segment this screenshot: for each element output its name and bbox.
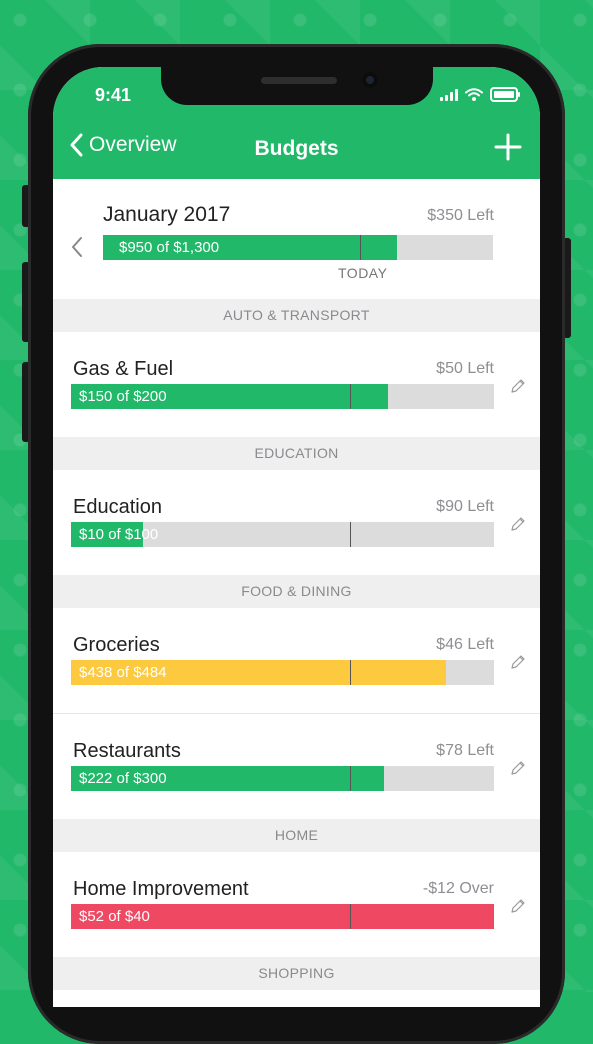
budget-item[interactable]: Home Improvement -$12 Over $52 of $40 [53, 852, 540, 957]
today-marker [350, 522, 352, 547]
nav-bar: Overview Budgets [53, 129, 540, 169]
section-header: AUTO & TRANSPORT [53, 299, 540, 332]
budget-item-remaining: -$12 Over [422, 880, 494, 897]
edit-pencil-icon[interactable] [510, 516, 526, 532]
month-summary: January 2017 $350 Left $950 of $1,300 TO… [53, 179, 540, 299]
budget-item[interactable]: Gas & Fuel $50 Left $150 of $200 [53, 332, 540, 437]
budget-progress-label: $222 of $300 [79, 770, 167, 787]
month-progress-bar: $950 of $1,300 [103, 235, 493, 260]
wifi-icon [465, 88, 483, 101]
budget-progress-label: $10 of $100 [79, 526, 159, 543]
budget-item[interactable]: Restaurants $78 Left $222 of $300 [53, 713, 540, 819]
budget-progress-bar: $438 of $484 [71, 660, 494, 685]
edit-pencil-icon[interactable] [510, 760, 526, 776]
notch [161, 67, 433, 105]
edit-pencil-icon[interactable] [510, 654, 526, 670]
budget-progress-label: $52 of $40 [79, 908, 150, 925]
status-icons [440, 87, 520, 102]
today-marker [350, 904, 352, 929]
budget-item-name: Education [73, 496, 162, 518]
section-header: FOOD & DINING [53, 575, 540, 608]
app-screen: 9:41 Overview Budgets January 2017 $350 … [53, 67, 540, 1007]
budget-item-name: Gas & Fuel [73, 358, 174, 380]
page-title: Budgets [254, 137, 339, 160]
budget-progress-bar: $222 of $300 [71, 766, 494, 791]
budget-item-remaining: $90 Left [436, 498, 494, 515]
cellular-signal-icon [440, 88, 458, 101]
budget-item[interactable]: Groceries $46 Left $438 of $484 [53, 608, 540, 713]
today-marker [350, 766, 352, 791]
budget-progress-label: $438 of $484 [79, 664, 167, 681]
budget-progress-bar: $150 of $200 [71, 384, 494, 409]
month-left-amount: $350 Left [427, 207, 494, 224]
budget-item[interactable]: Education $90 Left $10 of $100 [53, 470, 540, 575]
budget-progress-bar: $10 of $100 [71, 522, 494, 547]
month-title: January 2017 [103, 203, 231, 226]
section-header: SHOPPING [53, 957, 540, 990]
add-budget-button[interactable] [494, 133, 522, 161]
speaker-grille [261, 77, 337, 84]
previous-month-button[interactable] [70, 235, 84, 259]
budget-item-name: Restaurants [73, 740, 181, 762]
budget-list: January 2017 $350 Left $950 of $1,300 TO… [53, 179, 540, 990]
edit-pencil-icon[interactable] [510, 898, 526, 914]
budget-item-remaining: $46 Left [436, 636, 494, 653]
budget-item-remaining: $78 Left [436, 742, 494, 759]
battery-icon [490, 87, 520, 102]
edit-pencil-icon[interactable] [510, 378, 526, 394]
today-marker [360, 235, 362, 260]
budget-item-name: Groceries [73, 634, 160, 656]
section-header: HOME [53, 819, 540, 852]
budget-item-name: Home Improvement [73, 878, 249, 900]
section-header: EDUCATION [53, 437, 540, 470]
budget-item-remaining: $50 Left [436, 360, 494, 377]
budget-progress-bar: $52 of $40 [71, 904, 494, 929]
today-marker [350, 384, 352, 409]
camera-icon [362, 72, 378, 88]
month-progress-label: $950 of $1,300 [119, 239, 220, 256]
today-label: TODAY [338, 265, 388, 281]
status-time: 9:41 [95, 85, 132, 105]
budget-progress-label: $150 of $200 [79, 388, 167, 405]
today-marker [350, 660, 352, 685]
